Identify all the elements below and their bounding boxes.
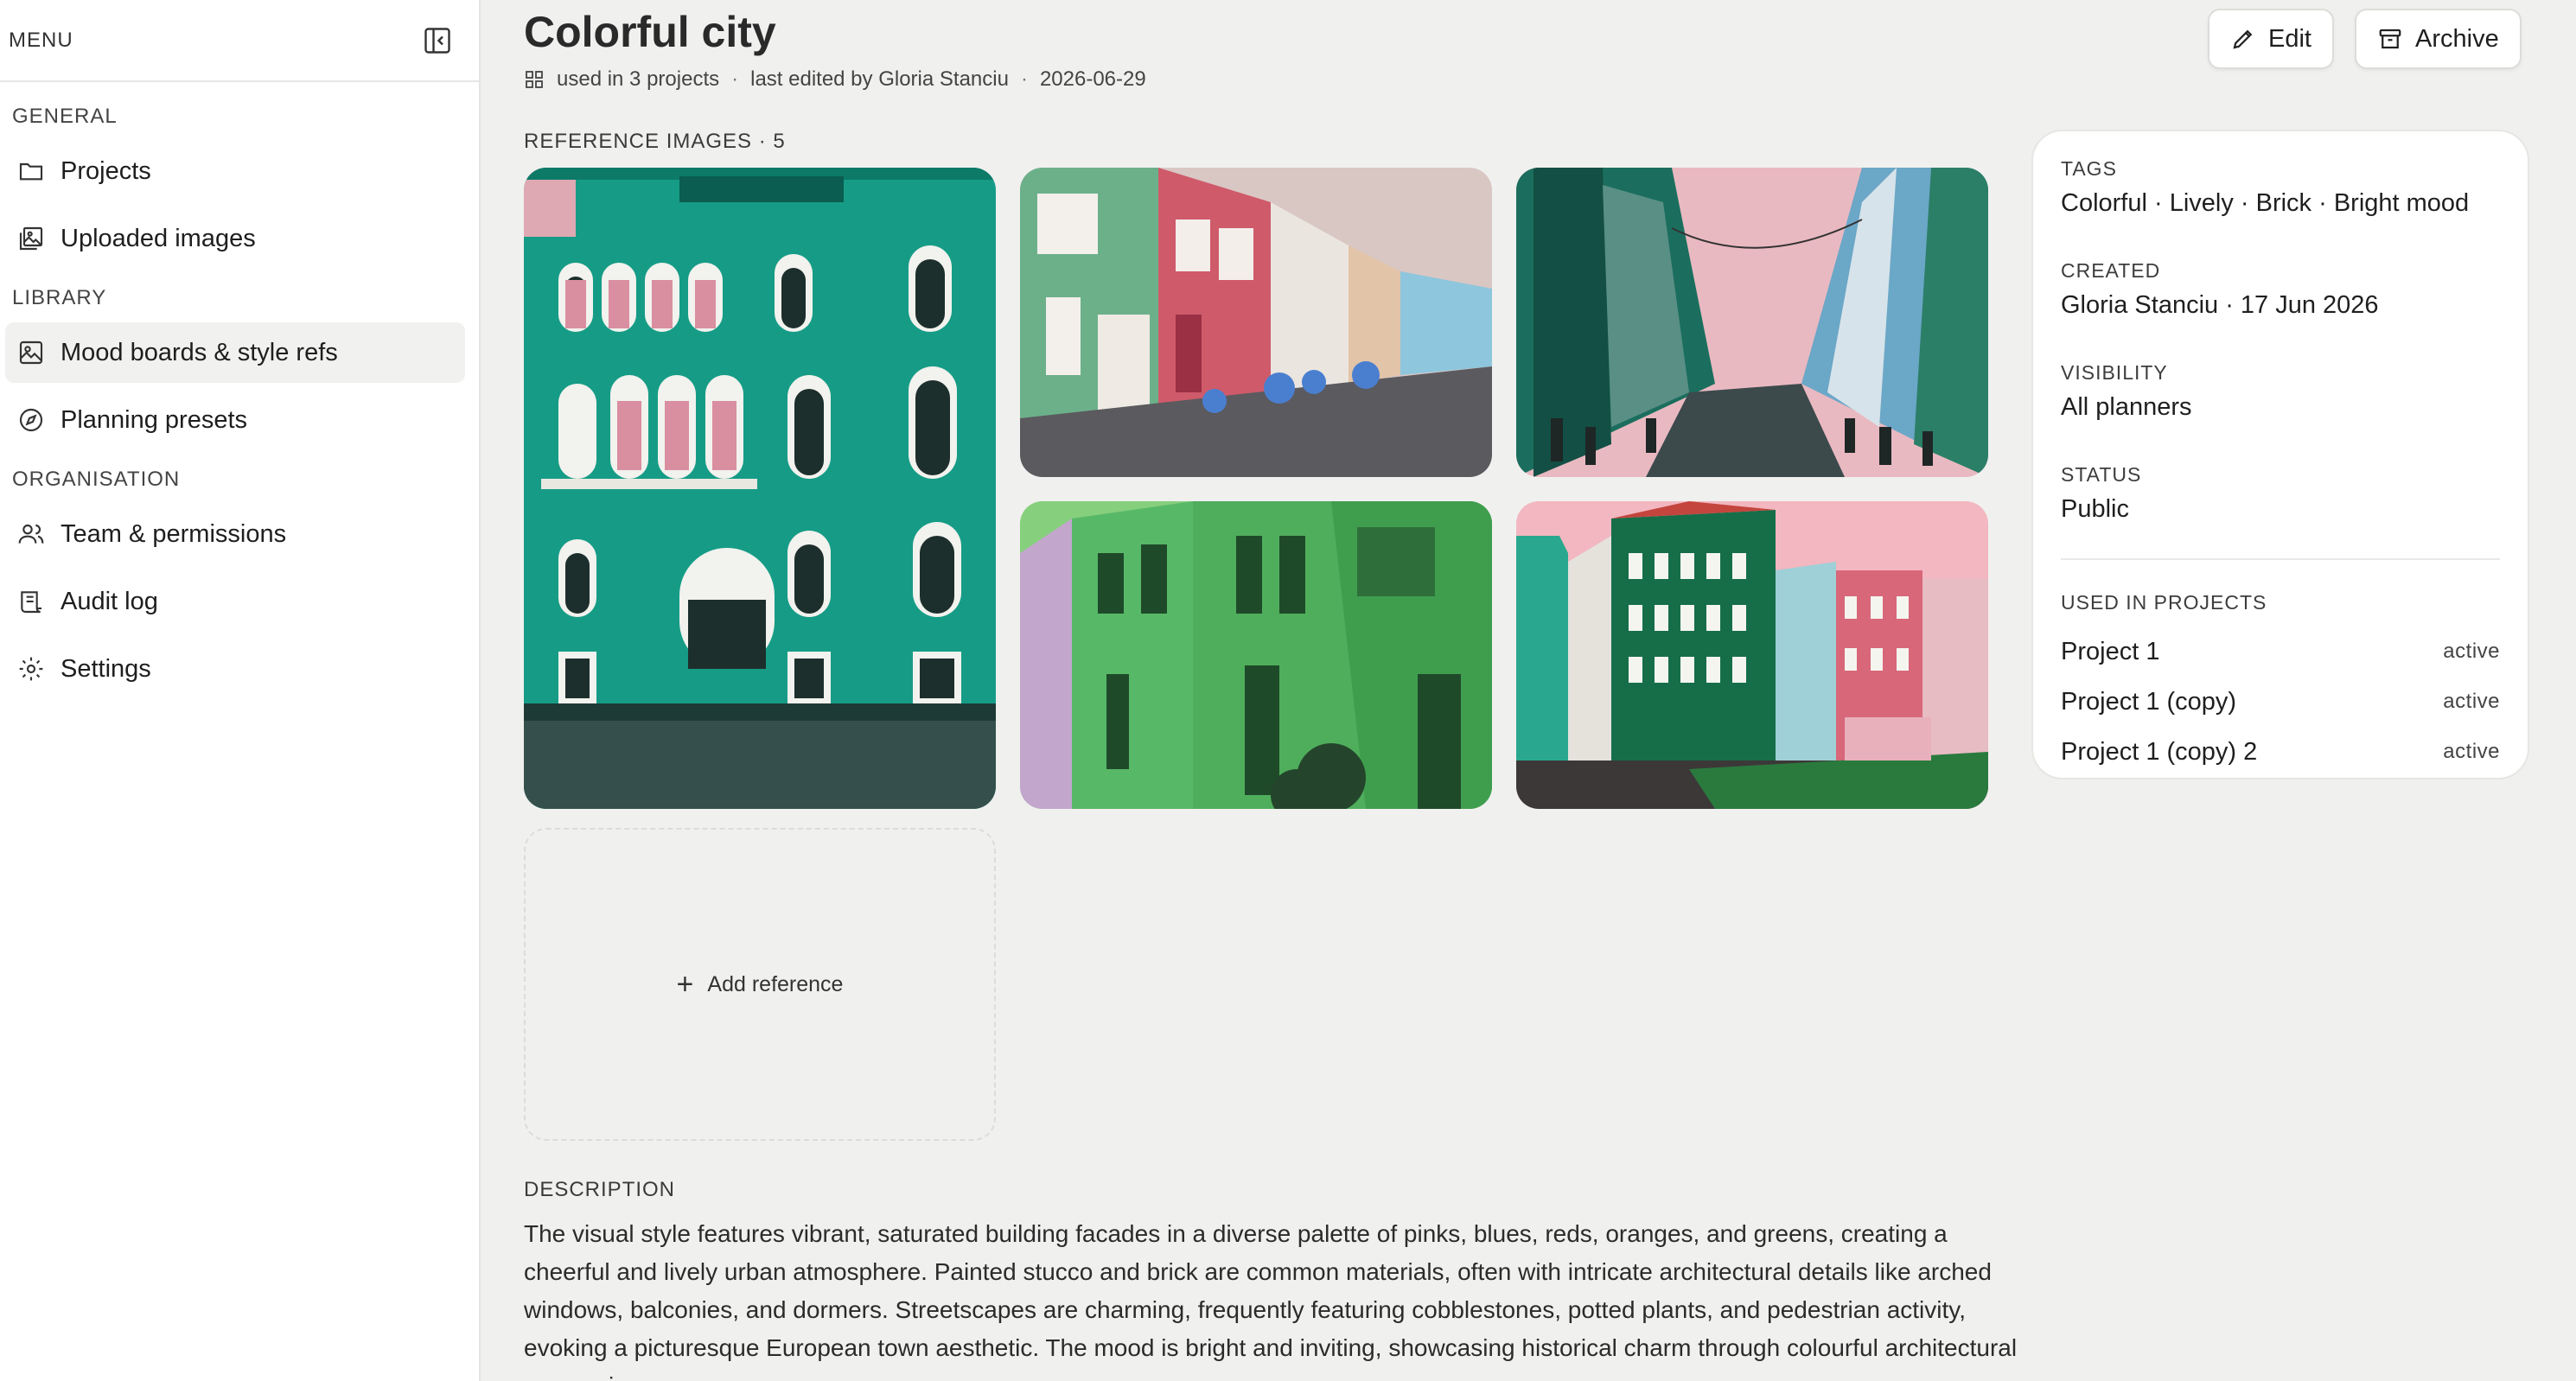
sidebar-item-mood-boards[interactable]: Mood boards & style refs bbox=[5, 322, 465, 383]
sidebar-item-label: Planning presets bbox=[61, 405, 248, 434]
reference-images-label: REFERENCE IMAGES · 5 bbox=[524, 130, 786, 153]
separator-dot: · bbox=[1020, 67, 1028, 91]
tags-label: TAGS bbox=[2061, 157, 2117, 180]
plus-icon: + bbox=[676, 967, 694, 1001]
page-meta: used in 3 projects · last edited by Glor… bbox=[524, 67, 1146, 92]
status-label: STATUS bbox=[2061, 463, 2142, 486]
project-name: Project 1 (copy) 2 bbox=[2061, 737, 2258, 766]
sidebar-item-audit-log[interactable]: Audit log bbox=[5, 571, 465, 632]
project-name: Project 1 bbox=[2061, 637, 2160, 665]
image-icon bbox=[19, 340, 43, 365]
folder-icon bbox=[19, 162, 43, 181]
main-content: Colorful city used in 3 projects · last … bbox=[524, 0, 2576, 1381]
pencil-icon bbox=[2233, 29, 2253, 49]
sidebar: MENU GENERAL Projects Uploaded images LI… bbox=[0, 0, 481, 1381]
details-card: TAGS Colorful · Lively · Brick · Bright … bbox=[2031, 130, 2529, 780]
edit-label: Edit bbox=[2268, 24, 2311, 53]
reference-image-5[interactable] bbox=[1516, 501, 1988, 809]
nav-section-organisation: ORGANISATION bbox=[12, 468, 181, 491]
scroll-icon bbox=[21, 591, 41, 614]
archive-icon bbox=[2379, 29, 2401, 49]
status-value: Public bbox=[2061, 495, 2129, 523]
project-row[interactable]: Project 1 (copy) active bbox=[2061, 677, 2500, 727]
sidebar-item-uploaded-images[interactable]: Uploaded images bbox=[5, 208, 465, 269]
status-badge: active bbox=[2443, 690, 2500, 713]
description-text: The visual style features vibrant, satur… bbox=[524, 1220, 2018, 1381]
nav-section-library: LIBRARY bbox=[12, 286, 107, 309]
visibility-label: VISIBILITY bbox=[2061, 361, 2168, 384]
compass-icon bbox=[19, 408, 43, 432]
add-reference-label: Add reference bbox=[707, 971, 844, 996]
sidebar-item-label: Audit log bbox=[61, 587, 158, 615]
archive-button[interactable]: Archive bbox=[2355, 9, 2522, 69]
gear-icon bbox=[19, 657, 43, 681]
created-value: Gloria Stanciu · 17 Jun 2026 bbox=[2061, 291, 2379, 319]
projects-label: USED IN PROJECTS bbox=[2061, 591, 2267, 614]
sidebar-item-label: Settings bbox=[61, 654, 151, 683]
menu-label: MENU bbox=[9, 28, 73, 52]
sidebar-item-team-permissions[interactable]: Team & permissions bbox=[5, 504, 465, 564]
sidebar-item-planning-presets[interactable]: Planning presets bbox=[5, 390, 465, 450]
edit-button[interactable]: Edit bbox=[2208, 9, 2334, 69]
reference-image-2[interactable] bbox=[1020, 168, 1492, 477]
edited-date: 2026-06-29 bbox=[1039, 67, 1146, 91]
tags-value: Colorful · Lively · Brick · Bright mood bbox=[2061, 189, 2470, 217]
sidebar-item-settings[interactable]: Settings bbox=[5, 639, 465, 699]
sidebar-item-label: Uploaded images bbox=[61, 224, 256, 252]
archive-label: Archive bbox=[2415, 24, 2499, 53]
description-label: DESCRIPTION bbox=[524, 1178, 676, 1201]
reference-image-3[interactable] bbox=[1516, 168, 1988, 477]
created-label: CREATED bbox=[2061, 259, 2161, 282]
sidebar-item-label: Team & permissions bbox=[61, 519, 287, 548]
sidebar-item-label: Mood boards & style refs bbox=[61, 338, 338, 366]
users-icon bbox=[18, 524, 44, 544]
sidebar-item-label: Projects bbox=[61, 156, 151, 185]
nav-section-general: GENERAL bbox=[12, 105, 118, 128]
separator-dot: · bbox=[731, 67, 739, 91]
status-badge: active bbox=[2443, 640, 2500, 663]
add-reference-button[interactable]: + Add reference bbox=[524, 828, 996, 1141]
last-edited: last edited by Gloria Stanciu bbox=[750, 67, 1009, 91]
project-row[interactable]: Project 1 active bbox=[2061, 627, 2500, 677]
reference-image-1[interactable] bbox=[524, 168, 996, 809]
project-row[interactable]: Project 1 (copy) 2 active bbox=[2061, 727, 2500, 777]
page-title: Colorful city bbox=[524, 8, 776, 56]
sidebar-item-projects[interactable]: Projects bbox=[5, 141, 465, 201]
project-name: Project 1 (copy) bbox=[2061, 687, 2237, 716]
status-badge: active bbox=[2443, 740, 2500, 763]
images-icon bbox=[19, 226, 43, 251]
collapse-sidebar-icon[interactable] bbox=[420, 23, 455, 58]
menu-header: MENU bbox=[0, 0, 479, 82]
used-in-count: used in 3 projects bbox=[557, 67, 720, 91]
reference-image-4[interactable] bbox=[1020, 501, 1492, 809]
visibility-value: All planners bbox=[2061, 393, 2192, 421]
grid-icon bbox=[526, 71, 543, 88]
divider bbox=[2061, 558, 2500, 560]
